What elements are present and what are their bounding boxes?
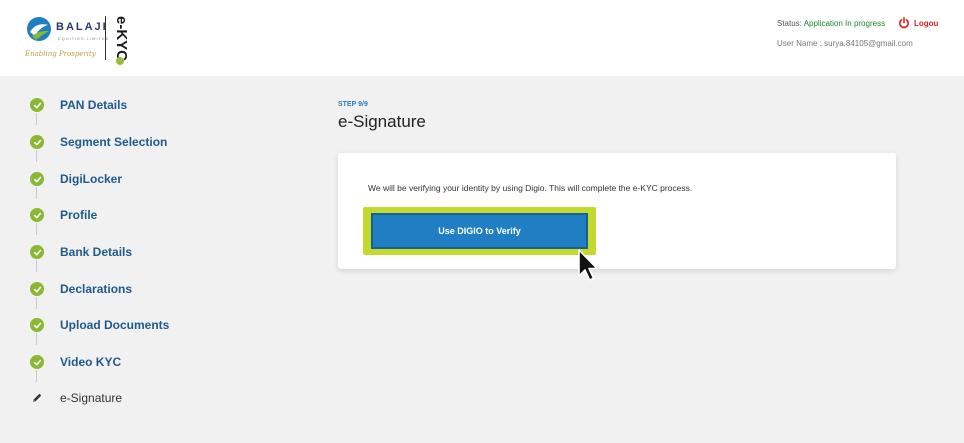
step-connector bbox=[36, 333, 37, 345]
step-video-kyc[interactable]: Video KYC bbox=[30, 349, 121, 375]
page-title: e-Signature bbox=[338, 112, 426, 131]
verification-message: We will be verifying your identity by us… bbox=[368, 183, 693, 193]
kyc-steps-list: PAN Details Segment Selection DigiLocker… bbox=[30, 92, 290, 422]
balaji-logo-icon bbox=[27, 17, 51, 41]
step-label: Profile bbox=[60, 208, 98, 222]
step-counter: STEP 9/9 bbox=[338, 101, 368, 108]
top-header: BALAJI EQUITIES LIMITED Enabling Prosper… bbox=[0, 0, 964, 76]
check-icon bbox=[30, 355, 44, 369]
step-pan-details[interactable]: PAN Details bbox=[30, 92, 127, 118]
button-highlight: Use DIGIO to Verify bbox=[363, 207, 596, 255]
check-icon bbox=[30, 318, 44, 332]
check-icon bbox=[30, 172, 44, 186]
step-declarations[interactable]: Declarations bbox=[30, 276, 132, 302]
step-label: Bank Details bbox=[60, 245, 133, 259]
ekyc-dot-icon bbox=[116, 57, 124, 65]
ekyc-mark: e-KYC bbox=[112, 15, 130, 61]
step-connector bbox=[36, 297, 37, 309]
balaji-kyc-logo[interactable]: BALAJI EQUITIES LIMITED Enabling Prosper… bbox=[24, 10, 144, 66]
brand-name: BALAJI bbox=[56, 21, 108, 33]
power-icon bbox=[899, 17, 909, 29]
step-connector bbox=[36, 187, 37, 199]
esign-card: We will be verifying your identity by us… bbox=[338, 153, 896, 269]
step-label: Video KYC bbox=[60, 355, 122, 369]
brand-subtitle: EQUITIES LIMITED bbox=[58, 36, 110, 41]
step-connector bbox=[36, 150, 37, 162]
check-icon bbox=[30, 208, 44, 222]
brand-tagline: Enabling Prosperity bbox=[25, 50, 96, 58]
logout-button[interactable]: Logou bbox=[898, 17, 938, 29]
step-label: PAN Details bbox=[60, 98, 128, 112]
pencil-icon bbox=[30, 391, 44, 405]
mouse-pointer-icon bbox=[578, 249, 598, 281]
check-icon bbox=[30, 135, 44, 149]
step-label: DigiLocker bbox=[60, 172, 123, 186]
check-icon bbox=[30, 282, 44, 296]
step-segment-selection[interactable]: Segment Selection bbox=[30, 129, 167, 155]
logout-label: Logou bbox=[914, 18, 939, 28]
logo-divider bbox=[105, 16, 106, 60]
step-profile[interactable]: Profile bbox=[30, 202, 97, 228]
step-label: Segment Selection bbox=[60, 135, 168, 149]
use-digio-verify-button[interactable]: Use DIGIO to Verify bbox=[371, 213, 588, 249]
status-value: Application In progress bbox=[803, 19, 886, 28]
step-bank-details[interactable]: Bank Details bbox=[30, 239, 132, 265]
step-connector bbox=[36, 260, 37, 272]
step-e-signature[interactable]: e-Signature bbox=[30, 385, 122, 411]
step-upload-documents[interactable]: Upload Documents bbox=[30, 312, 169, 338]
step-digilocker[interactable]: DigiLocker bbox=[30, 166, 122, 192]
step-label: e-Signature bbox=[60, 391, 123, 405]
user-name: User Name : surya.84105@gmail.com bbox=[777, 39, 913, 48]
check-icon bbox=[30, 245, 44, 259]
step-label: Upload Documents bbox=[60, 318, 170, 332]
step-connector bbox=[36, 113, 37, 125]
step-label: Declarations bbox=[60, 282, 133, 296]
step-connector bbox=[36, 370, 37, 382]
application-status: Status: Application In progress bbox=[777, 19, 885, 28]
status-label: Status: bbox=[777, 19, 802, 28]
check-icon bbox=[30, 98, 44, 112]
step-connector bbox=[36, 223, 37, 235]
